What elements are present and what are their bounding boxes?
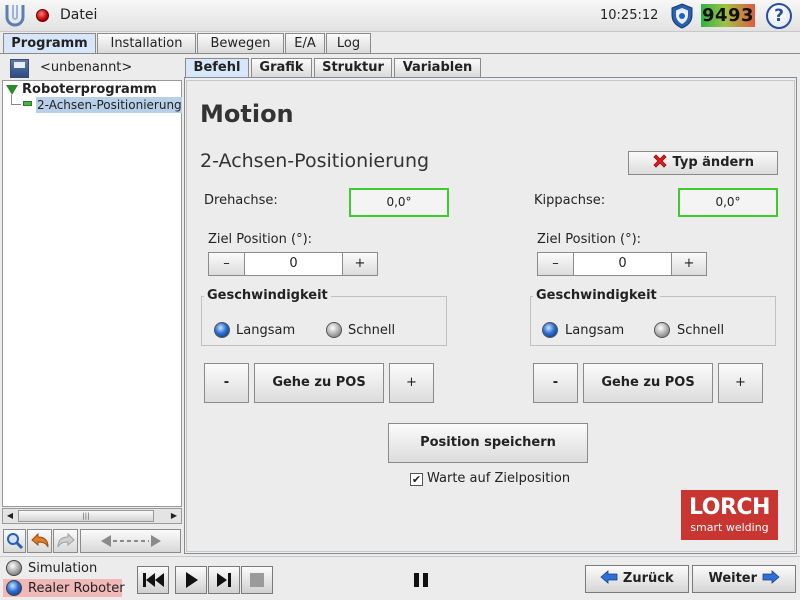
slow-label[interactable]: Langsam	[565, 323, 624, 338]
rotation-target-increment-button[interactable]: +	[342, 252, 378, 276]
lorch-logo-text: LORCH	[689, 495, 770, 520]
rotation-speed-group	[201, 296, 447, 346]
arrow-left-icon	[600, 570, 618, 584]
node-subtitle: 2-Achsen-Positionierung	[200, 150, 430, 172]
node-icon	[23, 101, 32, 106]
tab-struktur[interactable]: Struktur	[314, 58, 392, 77]
tab-variablen[interactable]: Variablen	[394, 58, 481, 77]
stop-icon	[250, 573, 264, 587]
target-position-label: Ziel Position (°):	[537, 232, 642, 247]
change-type-button[interactable]: Typ ändern	[628, 151, 778, 175]
next-label: Weiter	[708, 571, 758, 586]
ur-logo-icon	[4, 3, 26, 29]
simulation-label[interactable]: Simulation	[28, 561, 97, 576]
step-forward-icon	[217, 573, 231, 587]
rotation-goto-pos-button[interactable]: Gehe zu POS	[254, 363, 384, 403]
play-button[interactable]	[175, 566, 207, 594]
stop-button[interactable]	[241, 566, 273, 594]
program-tree[interactable]	[2, 80, 182, 507]
tilt-slow-radio[interactable]	[542, 322, 558, 338]
search-button[interactable]	[3, 529, 26, 553]
move-node-button[interactable]	[80, 529, 181, 553]
redo-button[interactable]	[53, 529, 78, 553]
tab-grafik[interactable]: Grafik	[251, 58, 312, 77]
rotation-jog-minus-button[interactable]: -	[204, 363, 249, 403]
tree-connector	[11, 104, 21, 105]
rotation-axis-readout: 0,0°	[349, 188, 449, 217]
rotation-jog-plus-button[interactable]: +	[389, 363, 434, 403]
tilt-target-decrement-button[interactable]: –	[537, 252, 574, 276]
tree-child-item[interactable]: 2-Achsen-Positionierung	[36, 97, 182, 113]
simulation-radio[interactable]	[6, 560, 22, 576]
fast-label[interactable]: Schnell	[348, 323, 395, 338]
scroll-left-icon[interactable]: ◀	[3, 509, 17, 523]
play-icon	[186, 572, 198, 588]
shield-icon[interactable]	[670, 3, 694, 29]
arrow-right-icon	[762, 570, 780, 584]
tab-installation[interactable]: Installation	[97, 33, 196, 53]
fast-label[interactable]: Schnell	[677, 323, 724, 338]
save-position-button[interactable]: Position speichern	[388, 423, 588, 463]
wait-target-label[interactable]: Warte auf Zielposition	[427, 471, 570, 486]
speed-group-title: Geschwindigkeit	[533, 288, 660, 303]
speed-counter[interactable]: 9493	[701, 4, 755, 27]
rotation-slow-radio[interactable]	[214, 322, 230, 338]
rotation-axis-label: Drehachse:	[204, 193, 278, 208]
tab-log[interactable]: Log	[326, 33, 371, 53]
speed-group-title: Geschwindigkeit	[204, 288, 331, 303]
rotation-target-input[interactable]: 0	[244, 252, 343, 276]
tilt-speed-group	[530, 296, 776, 346]
undo-icon	[30, 532, 48, 548]
scroll-thumb[interactable]: |||	[18, 510, 154, 522]
slow-label[interactable]: Langsam	[236, 323, 295, 338]
search-icon	[6, 533, 23, 550]
undo-button[interactable]	[27, 529, 52, 553]
close-x-icon	[653, 154, 667, 168]
page-title: Motion	[200, 100, 294, 128]
tilt-goto-pos-button[interactable]: Gehe zu POS	[583, 363, 713, 403]
rewind-icon	[143, 573, 164, 587]
help-icon[interactable]: ?	[766, 3, 792, 29]
clock: 10:25:12	[600, 8, 659, 23]
tilt-target-input[interactable]: 0	[573, 252, 672, 276]
target-position-label: Ziel Position (°):	[208, 232, 313, 247]
tilt-axis-label: Kippachse:	[534, 193, 606, 208]
tilt-fast-radio[interactable]	[654, 322, 670, 338]
tab-bewegen[interactable]: Bewegen	[197, 33, 284, 53]
next-button[interactable]: Weiter	[692, 565, 796, 593]
save-icon[interactable]	[10, 59, 29, 78]
wait-target-checkbox[interactable]: ✔	[410, 473, 423, 486]
rotation-target-decrement-button[interactable]: –	[208, 252, 245, 276]
record-indicator-icon	[36, 9, 49, 22]
tab-befehl[interactable]: Befehl	[185, 58, 249, 78]
tab-ea[interactable]: E/A	[285, 33, 325, 53]
lorch-logo-tagline: smart welding	[690, 521, 769, 534]
move-arrows-icon	[100, 535, 161, 547]
tree-root-item[interactable]: Roboterprogramm	[22, 82, 157, 97]
rotation-fast-radio[interactable]	[326, 322, 342, 338]
tilt-target-increment-button[interactable]: +	[671, 252, 707, 276]
lorch-logo: LORCH smart welding	[681, 490, 778, 540]
redo-icon	[57, 532, 75, 548]
real-robot-label[interactable]: Realer Roboter	[28, 581, 125, 596]
program-name: <unbenannt>	[40, 60, 133, 75]
back-label: Zurück	[622, 571, 674, 586]
change-type-label: Typ ändern	[672, 155, 754, 170]
tilt-jog-minus-button[interactable]: -	[533, 363, 578, 403]
file-menu[interactable]: Datei	[60, 7, 97, 23]
tab-programm[interactable]: Programm	[3, 33, 96, 54]
real-robot-radio[interactable]	[6, 580, 22, 596]
expand-arrow-icon[interactable]	[6, 85, 18, 95]
pause-icon[interactable]	[412, 571, 430, 589]
step-button[interactable]	[208, 566, 240, 594]
back-button[interactable]: Zurück	[585, 565, 689, 593]
tilt-axis-readout: 0,0°	[678, 188, 778, 217]
scroll-right-icon[interactable]: ▶	[167, 509, 181, 523]
tilt-jog-plus-button[interactable]: +	[718, 363, 763, 403]
rewind-button[interactable]	[137, 566, 169, 594]
